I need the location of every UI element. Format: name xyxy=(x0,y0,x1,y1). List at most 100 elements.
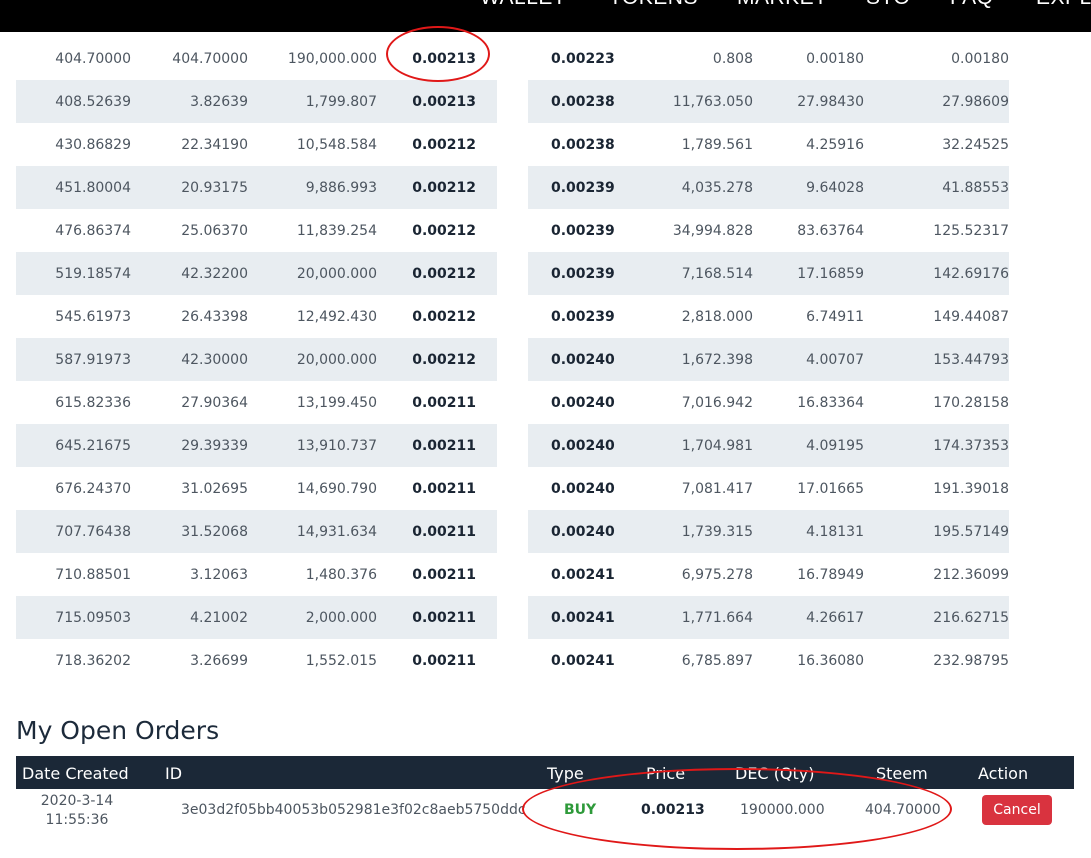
row-spacer xyxy=(476,553,497,596)
bid-price-cell: 0.00212 xyxy=(412,222,476,239)
sell-order-row[interactable]: 0.00240 7,081.417 17.01665 191.39018 xyxy=(528,467,1009,510)
bid-steem-cell: 29.39339 xyxy=(131,424,248,467)
sell-order-row[interactable]: 0.00240 1,704.981 4.09195 174.37353 xyxy=(528,424,1009,467)
sell-order-row[interactable]: 0.00238 11,763.050 27.98430 27.98609 xyxy=(528,80,1009,123)
ask-steem-cell: 16.36080 xyxy=(797,652,864,669)
ask-price-cell: 0.00239 xyxy=(551,222,615,239)
bid-steem-cell: 42.32200 xyxy=(131,252,248,295)
buy-order-row[interactable]: 615.82336 27.90364 13,199.450 0.00211 xyxy=(16,381,497,424)
bid-price-cell: 0.00211 xyxy=(377,424,476,467)
row-spacer xyxy=(528,37,551,80)
ask-total-cell: 41.88553 xyxy=(864,166,1009,209)
ask-price-cell: 0.00240 xyxy=(551,338,631,381)
sell-order-row[interactable]: 0.00239 4,035.278 9.64028 41.88553 xyxy=(528,166,1009,209)
bid-steem-cell: 31.02695 xyxy=(181,480,248,497)
sell-order-row[interactable]: 0.00239 7,168.514 17.16859 142.69176 xyxy=(528,252,1009,295)
buy-order-row[interactable]: 476.86374 25.06370 11,839.254 0.00212 xyxy=(16,209,497,252)
ask-price-cell: 0.00238 xyxy=(551,80,631,123)
row-spacer xyxy=(528,80,551,123)
row-spacer xyxy=(528,338,551,381)
buy-order-row[interactable]: 451.80004 20.93175 9,886.993 0.00212 xyxy=(16,166,497,209)
nav-tokens-link[interactable]: TOKENS xyxy=(609,0,698,10)
sell-order-row[interactable]: 0.00239 34,994.828 83.63764 125.52317 xyxy=(528,209,1009,252)
buy-order-row[interactable]: 718.36202 3.26699 1,552.015 0.00211 xyxy=(16,639,497,682)
buy-order-row[interactable]: 587.91973 42.30000 20,000.000 0.00212 xyxy=(16,338,497,381)
ask-dec-cell: 34,994.828 xyxy=(672,222,753,239)
ask-steem-cell: 9.64028 xyxy=(753,166,864,209)
sell-order-row[interactable]: 0.00240 7,016.942 16.83364 170.28158 xyxy=(528,381,1009,424)
sell-order-row[interactable]: 0.00239 2,818.000 6.74911 149.44087 xyxy=(528,295,1009,338)
nav-sto-link[interactable]: STO xyxy=(866,0,910,10)
row-spacer xyxy=(476,467,497,510)
bid-steem-cell: 31.52068 xyxy=(131,510,248,553)
bid-steem-cell: 3.82639 xyxy=(131,80,248,123)
buy-order-row[interactable]: 430.86829 22.34190 10,548.584 0.00212 xyxy=(16,123,497,166)
order-price: 0.00213 xyxy=(641,802,705,818)
row-spacer xyxy=(528,596,551,639)
ask-total-cell: 170.28158 xyxy=(933,394,1009,411)
row-spacer xyxy=(476,596,497,639)
nav-market-link[interactable]: MARKET xyxy=(737,0,828,10)
ask-total-cell: 0.00180 xyxy=(951,50,1009,67)
buy-order-row[interactable]: 707.76438 31.52068 14,931.634 0.00211 xyxy=(16,510,497,553)
bid-dec-cell: 1,480.376 xyxy=(305,566,377,583)
ask-total-cell: 195.57149 xyxy=(864,510,1009,553)
header-action: Action xyxy=(978,764,1029,783)
bid-total-cell: 519.18574 xyxy=(16,252,131,295)
ask-total-cell: 125.52317 xyxy=(933,222,1009,239)
ask-total-cell: 32.24525 xyxy=(942,136,1009,153)
bid-dec-cell: 1,552.015 xyxy=(305,652,377,669)
row-spacer xyxy=(528,295,551,338)
row-spacer xyxy=(528,510,551,553)
bid-dec-cell: 20,000.000 xyxy=(248,252,377,295)
bid-total-cell: 710.88501 xyxy=(55,566,131,583)
buy-order-row[interactable]: 645.21675 29.39339 13,910.737 0.00211 xyxy=(16,424,497,467)
sell-order-row[interactable]: 0.00240 1,739.315 4.18131 195.57149 xyxy=(528,510,1009,553)
buy-order-row[interactable]: 710.88501 3.12063 1,480.376 0.00211 xyxy=(16,553,497,596)
row-spacer xyxy=(528,553,551,596)
ask-total-cell: 174.37353 xyxy=(864,424,1009,467)
bid-dec-cell: 10,548.584 xyxy=(296,136,377,153)
bid-dec-cell: 14,931.634 xyxy=(248,510,377,553)
cancel-order-button[interactable]: Cancel xyxy=(982,795,1052,825)
bid-price-cell: 0.00212 xyxy=(377,338,476,381)
bid-total-cell: 408.52639 xyxy=(16,80,131,123)
buy-order-row[interactable]: 404.70000 404.70000 190,000.000 0.00213 xyxy=(16,37,497,80)
sell-order-row[interactable]: 0.00240 1,672.398 4.00707 153.44793 xyxy=(528,338,1009,381)
sell-order-row[interactable]: 0.00241 6,975.278 16.78949 212.36099 xyxy=(528,553,1009,596)
ask-dec-cell: 1,789.561 xyxy=(681,136,753,153)
bid-total-cell: 718.36202 xyxy=(55,652,131,669)
ask-dec-cell: 6,785.897 xyxy=(681,652,753,669)
buy-order-row[interactable]: 676.24370 31.02695 14,690.790 0.00211 xyxy=(16,467,497,510)
order-date: 2020-3-14 xyxy=(40,793,114,809)
bid-dec-cell: 2,000.000 xyxy=(248,596,377,639)
nav-wallet-link[interactable]: WALLET xyxy=(480,0,566,10)
nav-faq-link[interactable]: FAQ xyxy=(950,0,994,10)
bid-dec-cell: 20,000.000 xyxy=(248,338,377,381)
sell-order-row[interactable]: 0.00223 0.808 0.00180 0.00180 xyxy=(528,37,1009,80)
row-spacer xyxy=(528,123,551,166)
buy-order-row[interactable]: 545.61973 26.43398 12,492.430 0.00212 xyxy=(16,295,497,338)
sell-order-row[interactable]: 0.00241 1,771.664 4.26617 216.62715 xyxy=(528,596,1009,639)
bid-steem-cell: 42.30000 xyxy=(131,338,248,381)
ask-steem-cell: 16.78949 xyxy=(797,566,864,583)
bid-steem-cell: 404.70000 xyxy=(172,50,248,67)
ask-dec-cell: 6,975.278 xyxy=(681,566,753,583)
bid-price-cell: 0.00212 xyxy=(412,136,476,153)
bid-price-cell: 0.00212 xyxy=(377,252,476,295)
row-spacer xyxy=(476,123,497,166)
sell-order-row[interactable]: 0.00241 6,785.897 16.36080 232.98795 xyxy=(528,639,1009,682)
ask-dec-cell: 2,818.000 xyxy=(681,308,753,325)
bid-dec-cell: 190,000.000 xyxy=(287,50,377,67)
open-order-row: 2020-3-14 11:55:36 3e03d2f05bb40053b0529… xyxy=(16,789,1074,834)
row-spacer xyxy=(528,209,551,252)
sell-order-row[interactable]: 0.00238 1,789.561 4.25916 32.24525 xyxy=(528,123,1009,166)
order-date-created: 2020-3-14 11:55:36 xyxy=(37,792,117,830)
buy-order-row[interactable]: 519.18574 42.32200 20,000.000 0.00212 xyxy=(16,252,497,295)
row-spacer xyxy=(476,424,497,467)
buy-order-row[interactable]: 408.52639 3.82639 1,799.807 0.00213 xyxy=(16,80,497,123)
ask-steem-cell: 17.16859 xyxy=(753,252,864,295)
bid-price-cell: 0.00211 xyxy=(377,510,476,553)
buy-order-row[interactable]: 715.09503 4.21002 2,000.000 0.00211 xyxy=(16,596,497,639)
nav-explorer-link[interactable]: EXPL xyxy=(1036,0,1091,10)
